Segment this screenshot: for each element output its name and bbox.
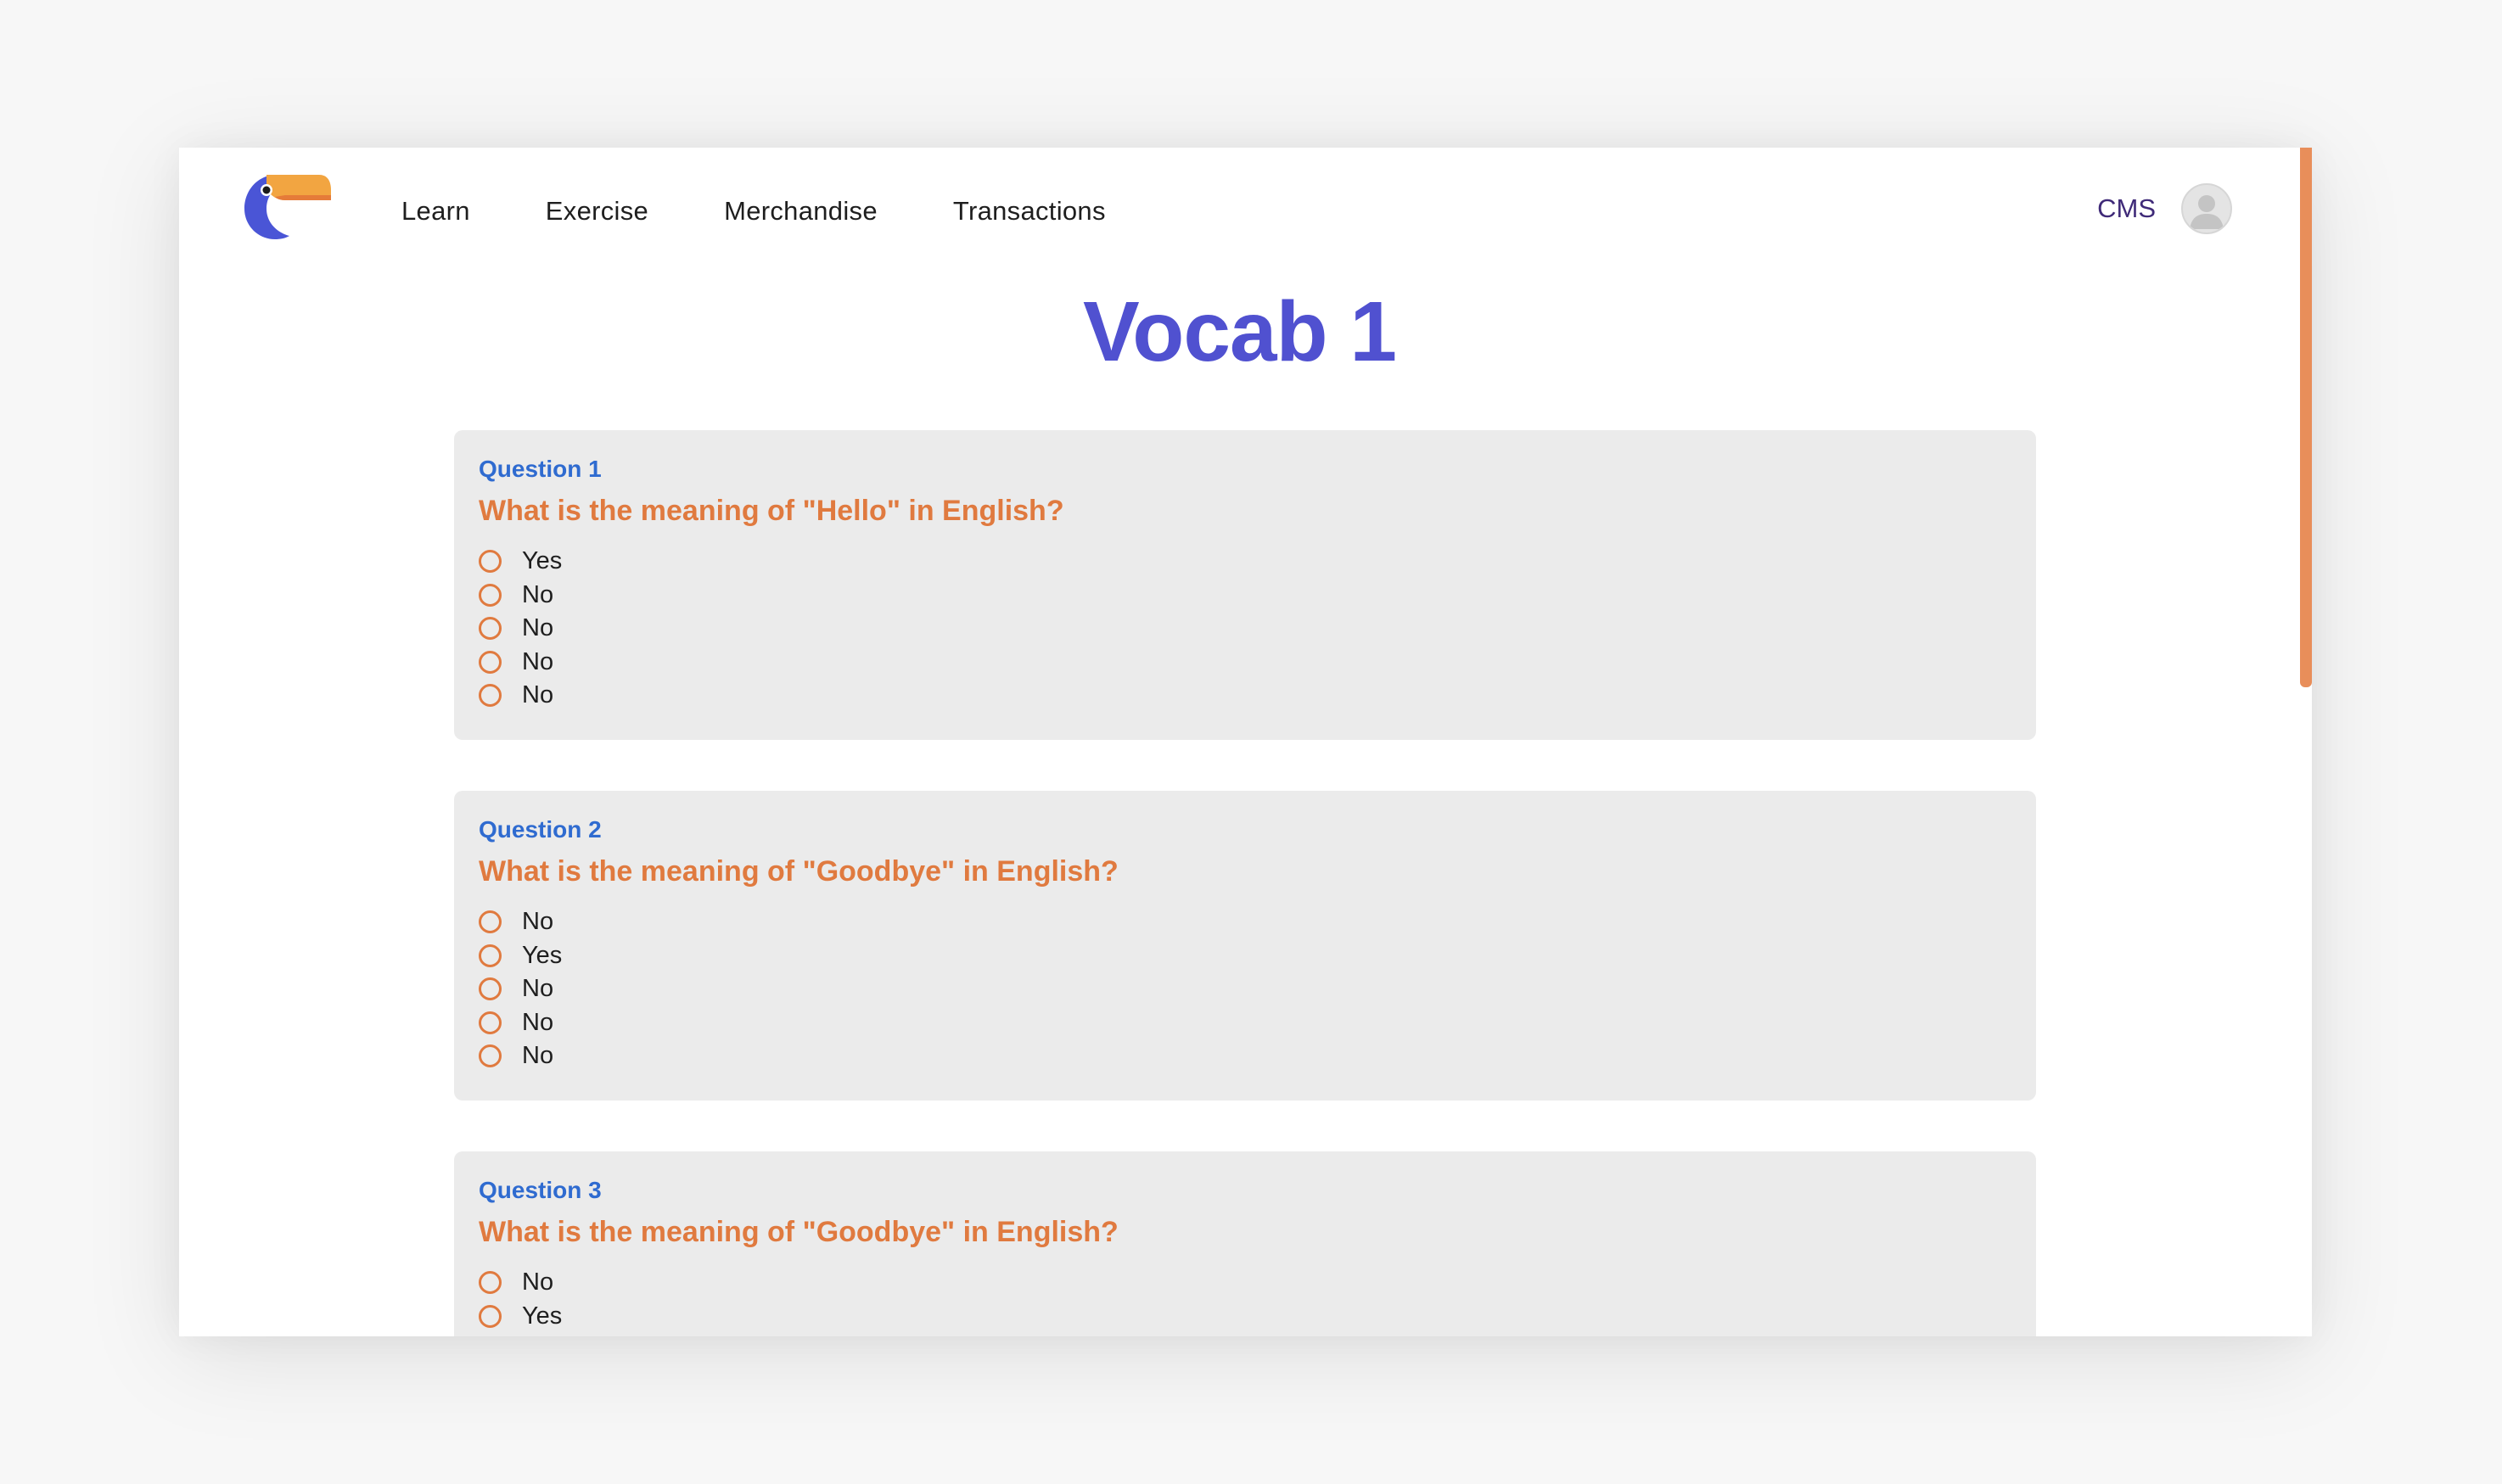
answer-option[interactable]: No [479,1006,2011,1040]
radio-button[interactable] [479,650,502,674]
radio-button[interactable] [479,910,502,934]
question-card: Question 3 What is the meaning of "Goodb… [454,1151,2036,1336]
option-label: Yes [522,547,563,575]
top-navbar: Learn Exercise Merchandise Transactions … [179,148,2300,277]
radio-button[interactable] [479,977,502,1001]
option-label: No [522,975,554,1003]
answer-option[interactable]: No [479,1039,2011,1073]
option-label: No [522,1268,554,1296]
app-window: Learn Exercise Merchandise Transactions … [179,148,2312,1336]
question-card: Question 2 What is the meaning of "Goodb… [454,791,2036,1100]
option-label: No [522,908,554,936]
answer-option[interactable]: Yes [479,545,2011,579]
radio-button[interactable] [479,617,502,641]
answer-option[interactable]: Yes [479,1300,2011,1334]
answer-option[interactable]: No [479,579,2011,613]
scrollbar-track[interactable] [2300,148,2312,1336]
question-list: Question 1 What is the meaning of "Hello… [454,430,2036,1336]
question-number: Question 1 [479,456,602,482]
answer-option[interactable]: No [479,972,2011,1006]
question-text: What is the meaning of "Goodbye" in Engl… [479,855,1119,888]
answer-option[interactable]: No [479,612,2011,646]
answer-option[interactable]: No [479,646,2011,680]
nav-link-transactions[interactable]: Transactions [953,196,1106,227]
radio-button[interactable] [479,1271,502,1295]
question-text: What is the meaning of "Hello" in Englis… [479,495,1064,527]
radio-button[interactable] [479,1044,502,1068]
option-label: No [522,681,554,709]
question-text: What is the meaning of "Goodbye" in Engl… [479,1216,1119,1248]
option-label: No [522,1042,554,1070]
answer-option[interactable]: Yes [479,939,2011,973]
option-label: Yes [522,941,563,969]
page-title: Vocab 1 [1082,284,1397,379]
option-label: No [522,647,554,675]
option-label: No [522,1008,554,1036]
toucan-logo-icon[interactable] [243,173,331,241]
question-number: Question 3 [479,1177,602,1203]
radio-button[interactable] [479,1011,502,1034]
radio-button[interactable] [479,550,502,574]
answer-option[interactable]: No [479,905,2011,939]
option-label: Yes [522,1302,563,1330]
nav-right: CMS [2097,183,2232,234]
option-label: No [522,614,554,642]
cms-link[interactable]: CMS [2097,193,2156,224]
answer-option[interactable]: No [479,1266,2011,1300]
nav-link-exercise[interactable]: Exercise [546,196,648,227]
option-label: No [522,580,554,608]
nav-link-learn[interactable]: Learn [401,196,470,227]
main-nav: Learn Exercise Merchandise Transactions [401,196,1181,227]
radio-button[interactable] [479,1304,502,1328]
question-card: Question 1 What is the meaning of "Hello… [454,430,2036,740]
radio-button[interactable] [479,684,502,708]
radio-button[interactable] [479,944,502,967]
user-avatar-icon[interactable] [2181,183,2232,234]
scrollbar-thumb[interactable] [2300,148,2312,687]
nav-link-merchandise[interactable]: Merchandise [724,196,878,227]
question-number: Question 2 [479,816,602,843]
answer-option[interactable]: No [479,679,2011,713]
radio-button[interactable] [479,583,502,607]
